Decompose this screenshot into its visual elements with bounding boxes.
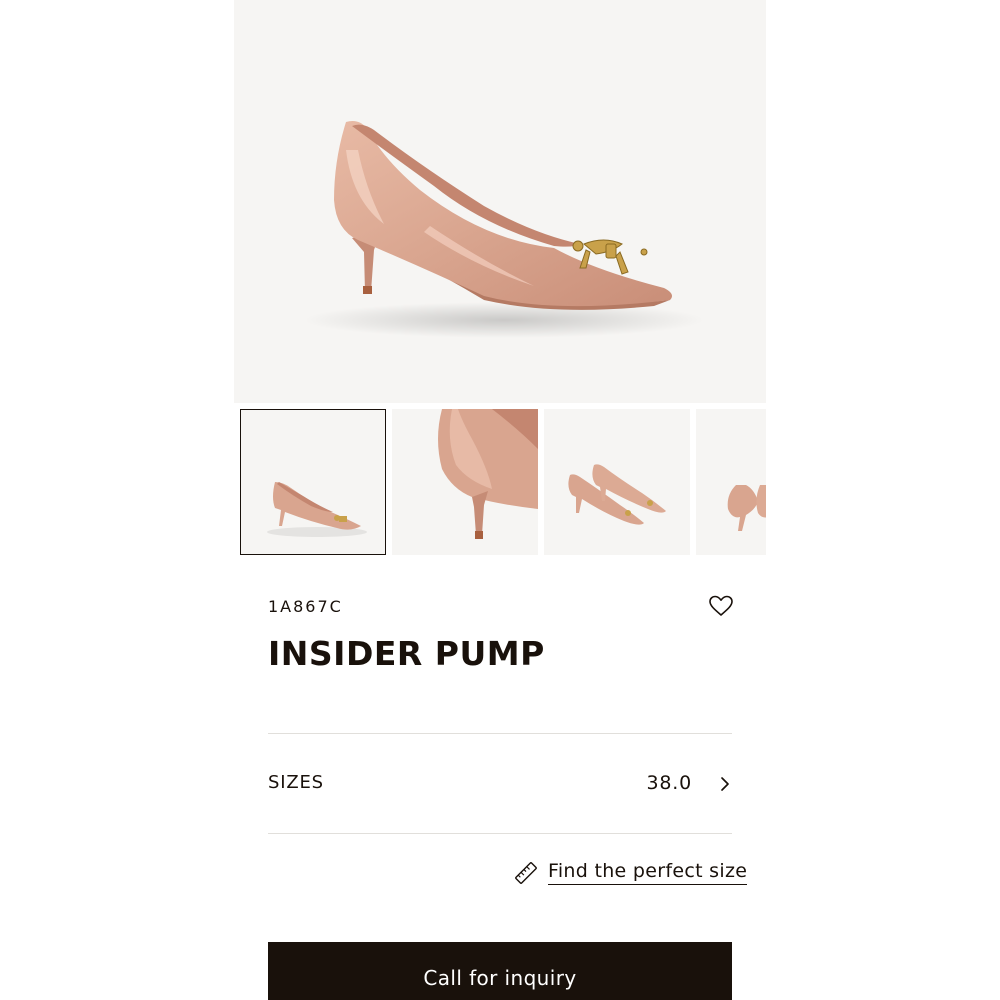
product-title: INSIDER PUMP: [268, 634, 545, 673]
thumbnail-heel-closeup[interactable]: [392, 409, 538, 555]
thumbnail-strip: [234, 409, 766, 556]
pair-back-thumbnail-image: [727, 485, 766, 531]
product-page: 1A867C INSIDER PUMP SIZES 38.0 Find the …: [234, 0, 766, 1000]
call-for-inquiry-button[interactable]: Call for inquiry: [268, 942, 732, 1000]
product-sku: 1A867C: [268, 597, 343, 616]
ruler-icon: [515, 862, 537, 884]
divider: [268, 833, 732, 834]
thumbnail-pair-back-view[interactable]: [696, 409, 766, 555]
shoe-thumbnail-image: [267, 482, 367, 537]
chevron-right-icon: [721, 777, 729, 791]
size-selector[interactable]: SIZES 38.0: [268, 734, 732, 833]
thumbnail-pump-side-view[interactable]: [240, 409, 386, 555]
sizes-label: SIZES: [268, 772, 324, 793]
heel-thumbnail-image: [438, 409, 538, 539]
thumbnail-pair-front-view[interactable]: [544, 409, 690, 555]
find-size-label: Find the perfect size: [548, 860, 748, 885]
shoe-image: [304, 121, 704, 338]
heart-icon[interactable]: [708, 594, 734, 618]
pair-thumbnail-image: [568, 464, 666, 525]
selected-size-value: 38.0: [646, 772, 692, 794]
product-main-image[interactable]: [234, 0, 766, 403]
find-perfect-size-link[interactable]: Find the perfect size: [514, 858, 748, 888]
cta-label: Call for inquiry: [423, 966, 577, 990]
